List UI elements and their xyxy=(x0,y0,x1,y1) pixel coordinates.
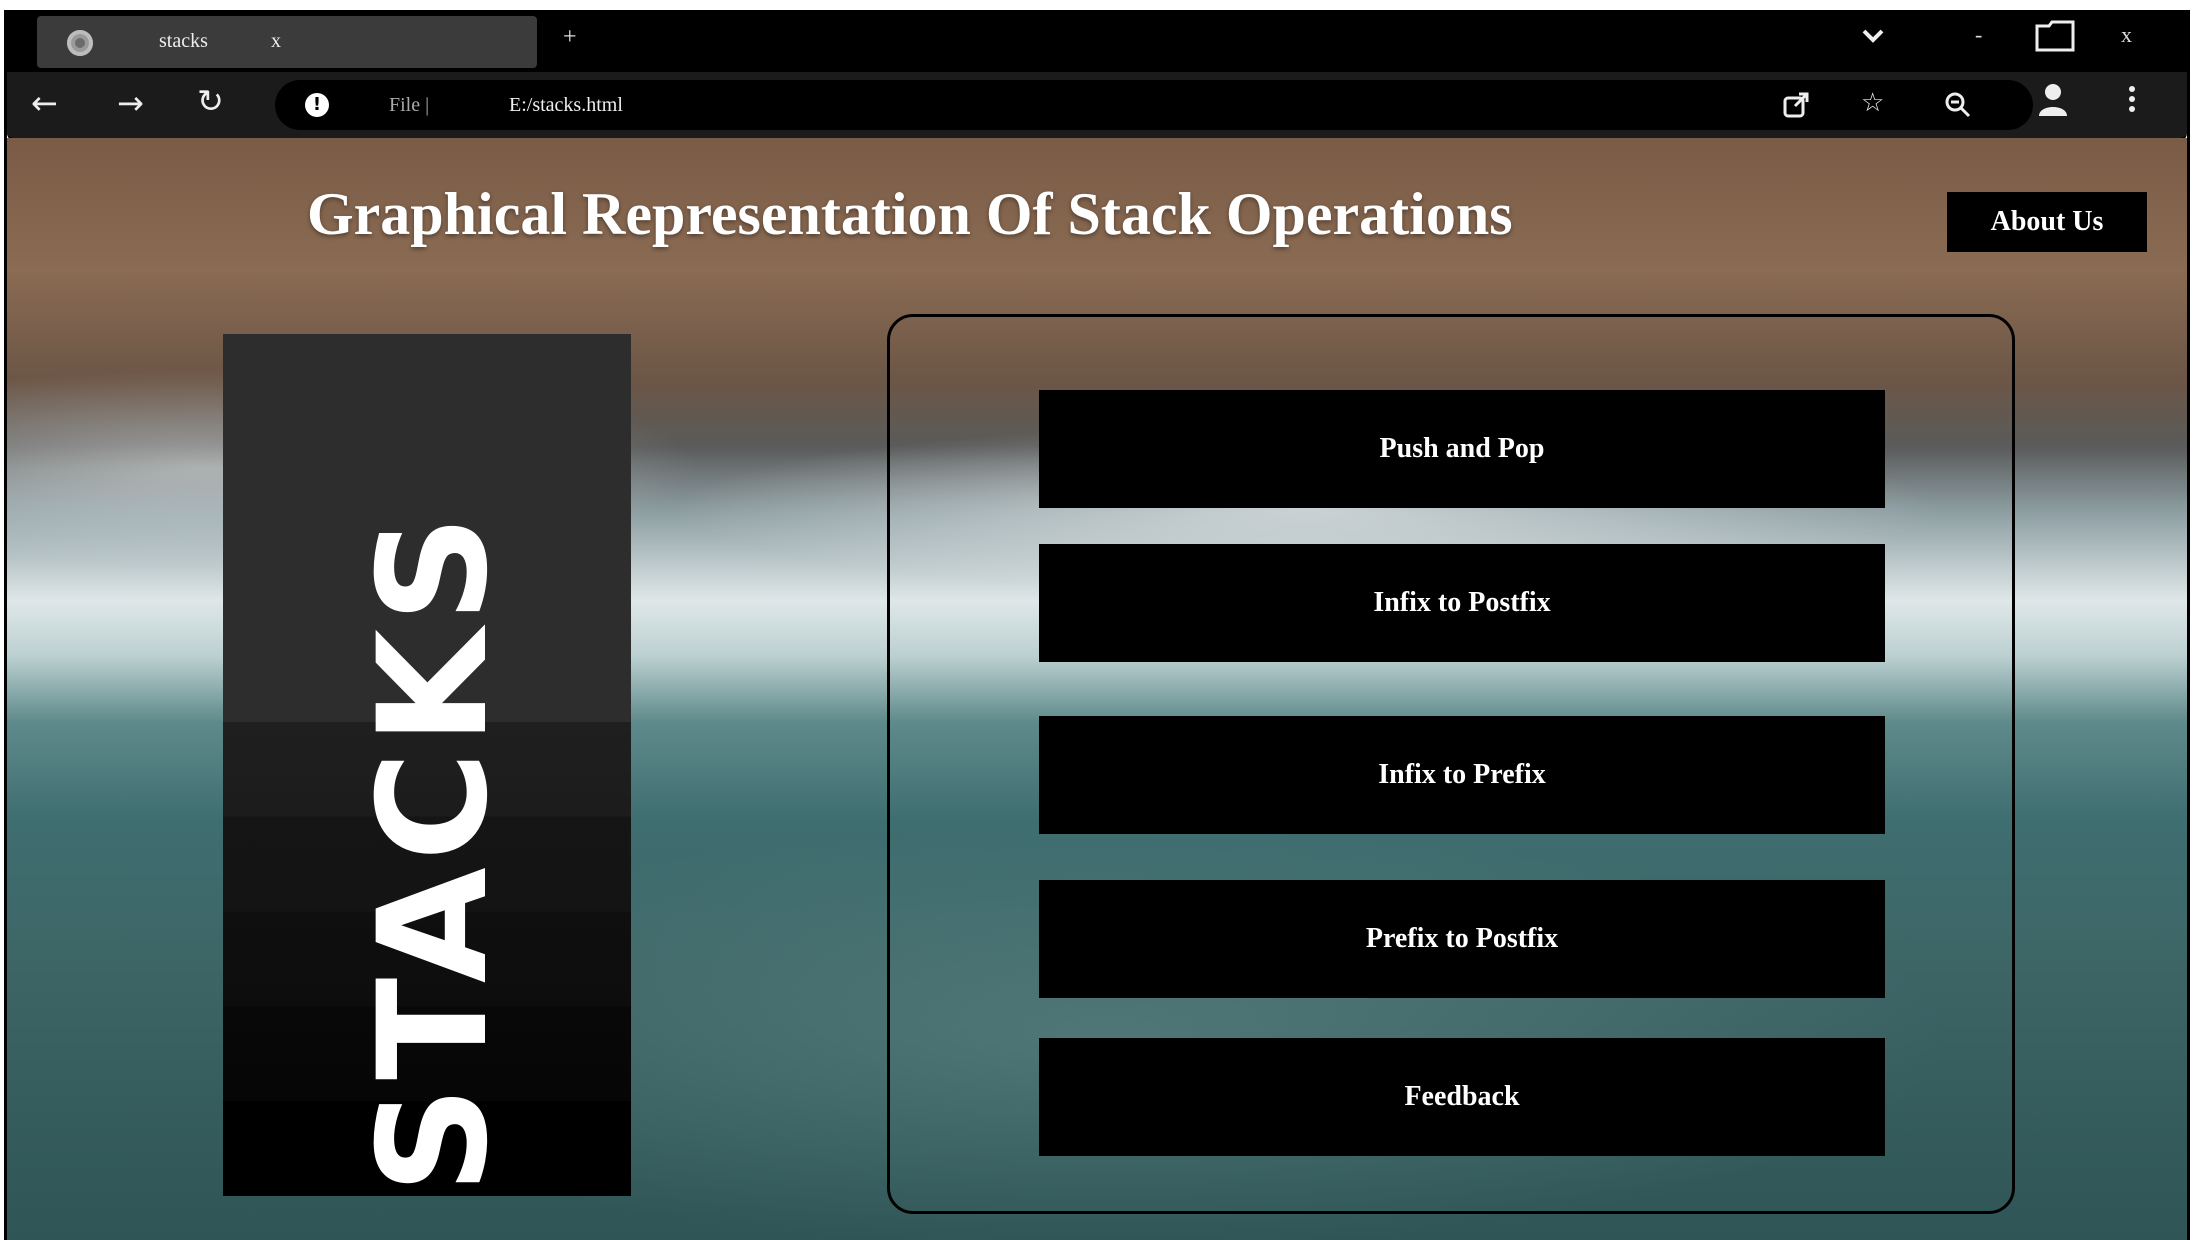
star-icon[interactable]: ☆ xyxy=(1861,88,1884,118)
menu-dots-icon[interactable] xyxy=(2127,84,2137,121)
tab-title: stacks xyxy=(159,30,208,52)
address-bar[interactable]: ! File | E:/stacks.html ☆ xyxy=(275,80,2033,130)
page-content: Graphical Representation Of Stack Operat… xyxy=(7,138,2187,1240)
browser-window: stacks x + - x ← → ↻ ! File | E:/stacks.… xyxy=(4,10,2190,1240)
address-url[interactable]: E:/stacks.html xyxy=(509,94,623,117)
browser-logo-icon xyxy=(67,30,93,56)
tab-stacks[interactable]: stacks x xyxy=(37,16,537,68)
back-arrow-icon[interactable]: ← xyxy=(31,84,58,122)
page-title: Graphical Representation Of Stack Operat… xyxy=(307,181,1513,247)
minimize-button[interactable]: - xyxy=(1975,22,1982,48)
new-tab-button[interactable]: + xyxy=(563,24,577,51)
infix-to-postfix-button[interactable]: Infix to Postfix xyxy=(1039,544,1885,662)
about-us-button[interactable]: About Us xyxy=(1947,192,2147,252)
profile-icon[interactable] xyxy=(2037,82,2069,125)
reload-icon[interactable]: ↻ xyxy=(197,82,224,120)
tab-search-dropdown-icon[interactable] xyxy=(1859,22,1887,56)
stacks-side-panel: STACKS xyxy=(223,334,631,1196)
prefix-to-postfix-button[interactable]: Prefix to Postfix xyxy=(1039,880,1885,998)
close-window-button[interactable]: x xyxy=(2121,22,2132,48)
push-and-pop-button[interactable]: Push and Pop xyxy=(1039,390,1885,508)
info-icon[interactable]: ! xyxy=(305,93,329,117)
tab-close-button[interactable]: x xyxy=(271,30,281,53)
address-scheme: File | xyxy=(389,94,430,116)
forward-arrow-icon[interactable]: → xyxy=(117,84,144,122)
stacks-vertical-title: STACKS xyxy=(347,508,521,1194)
tab-bar: stacks x + - x xyxy=(7,10,2187,72)
zoom-out-icon[interactable] xyxy=(1943,90,1973,127)
share-icon[interactable] xyxy=(1781,90,1811,127)
feedback-button[interactable]: Feedback xyxy=(1039,1038,1885,1156)
browser-toolbar: ← → ↻ ! File | E:/stacks.html ☆ xyxy=(7,72,2187,141)
maximize-button[interactable] xyxy=(2033,18,2077,60)
infix-to-prefix-button[interactable]: Infix to Prefix xyxy=(1039,716,1885,834)
